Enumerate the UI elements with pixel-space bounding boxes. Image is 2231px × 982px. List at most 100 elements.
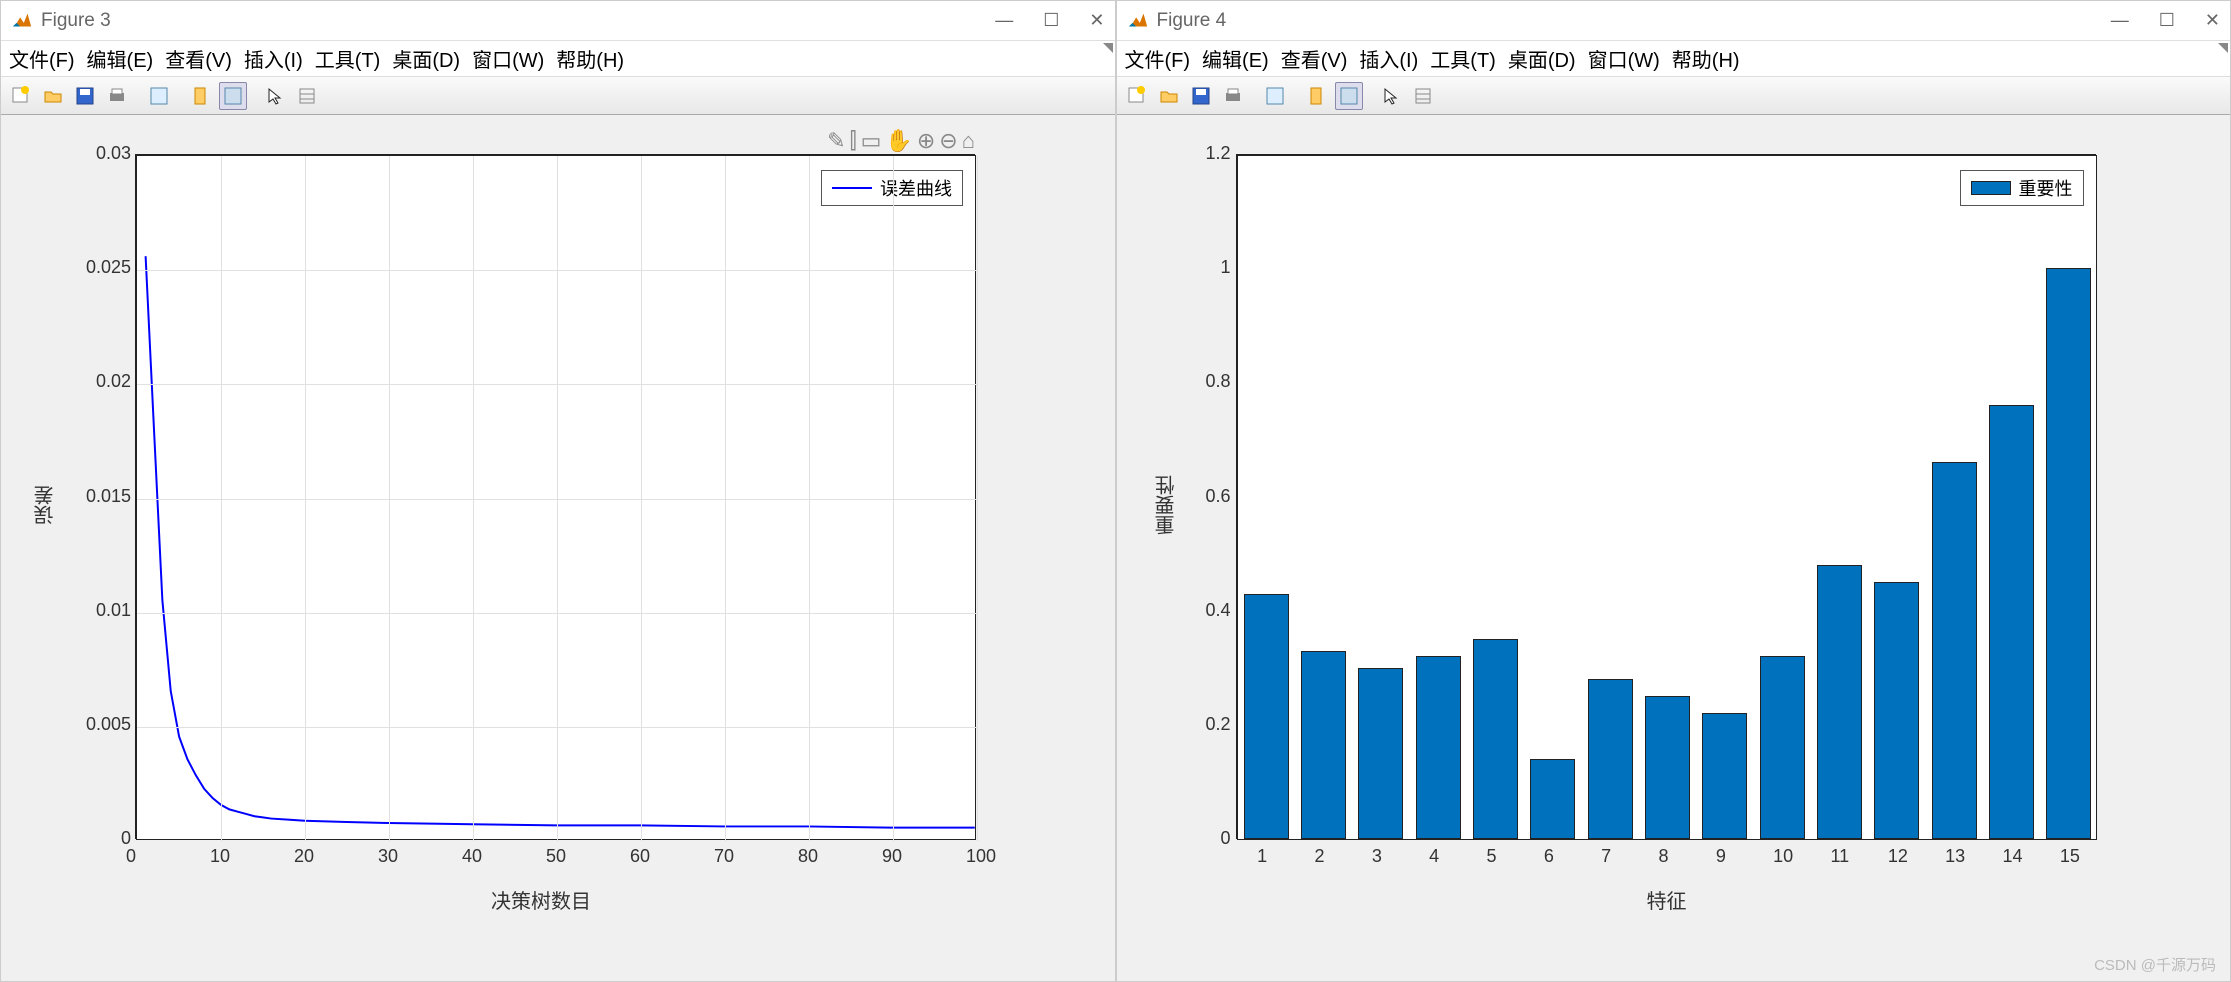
- menu-edit[interactable]: 编辑(E): [87, 44, 154, 73]
- pointer-icon[interactable]: [1377, 82, 1405, 110]
- menu-insert[interactable]: 插入(I): [244, 44, 303, 73]
- save-icon[interactable]: [71, 82, 99, 110]
- figure-window-4: Figure 4 — ☐ ✕ 文件(F) 编辑(E) 查看(V) 插入(I) 工…: [1116, 0, 2231, 982]
- menubar: 文件(F) 编辑(E) 查看(V) 插入(I) 工具(T) 桌面(D) 窗口(W…: [1117, 41, 2231, 77]
- menu-edit[interactable]: 编辑(E): [1202, 44, 1269, 73]
- zoom-in-icon[interactable]: ⊕: [917, 128, 935, 154]
- insert-colorbar-icon[interactable]: [1409, 82, 1437, 110]
- menu-window[interactable]: 窗口(W): [1588, 44, 1660, 73]
- bar[interactable]: [1874, 582, 1919, 839]
- y-tick: 0.4: [1189, 600, 1231, 621]
- matlab-icon: [1127, 10, 1149, 32]
- x-tick: 8: [1659, 846, 1669, 867]
- x-tick: 3: [1372, 846, 1382, 867]
- bar[interactable]: [1588, 679, 1633, 839]
- bar[interactable]: [1473, 639, 1518, 839]
- legend-swatch-icon: [832, 187, 872, 189]
- x-tick: 5: [1487, 846, 1497, 867]
- menu-view[interactable]: 查看(V): [1281, 44, 1348, 73]
- bar[interactable]: [2046, 268, 2091, 839]
- minimize-button[interactable]: —: [995, 10, 1013, 31]
- menu-file[interactable]: 文件(F): [9, 44, 75, 73]
- menu-desktop[interactable]: 桌面(D): [392, 44, 460, 73]
- bar[interactable]: [1989, 405, 2034, 839]
- insert-colorbar-icon[interactable]: [293, 82, 321, 110]
- rotate-icon[interactable]: [187, 82, 215, 110]
- bar[interactable]: [1645, 696, 1690, 839]
- figure-window-3: Figure 3 — ☐ ✕ 文件(F) 编辑(E) 查看(V) 插入(I) 工…: [0, 0, 1116, 982]
- y-tick: 0.02: [61, 371, 131, 392]
- legend[interactable]: 重要性: [1960, 170, 2084, 206]
- link-icon[interactable]: [1261, 82, 1289, 110]
- axes[interactable]: ✎ ⫿ ▭ ✋ ⊕ ⊖ ⌂ 误差曲线: [136, 155, 976, 840]
- toolbar: [1117, 77, 2231, 115]
- x-tick: 30: [378, 846, 398, 867]
- menu-file[interactable]: 文件(F): [1125, 44, 1191, 73]
- new-figure-icon[interactable]: [7, 82, 35, 110]
- bar[interactable]: [1244, 594, 1289, 839]
- bar[interactable]: [1932, 462, 1977, 839]
- y-tick: 1.2: [1189, 143, 1231, 164]
- axes[interactable]: 重要性: [1237, 155, 2097, 840]
- bar[interactable]: [1416, 656, 1461, 839]
- x-tick: 15: [2060, 846, 2080, 867]
- box-icon[interactable]: ▭: [861, 128, 882, 154]
- pointer-icon[interactable]: [261, 82, 289, 110]
- dock-corner-icon[interactable]: [1103, 43, 1113, 53]
- legend-swatch-icon: [1971, 181, 2011, 195]
- data-cursor-icon[interactable]: [1335, 82, 1363, 110]
- bar[interactable]: [1530, 759, 1575, 839]
- titlebar[interactable]: Figure 3 — ☐ ✕: [1, 1, 1115, 41]
- new-figure-icon[interactable]: [1123, 82, 1151, 110]
- menu-window[interactable]: 窗口(W): [472, 44, 544, 73]
- legend-label: 误差曲线: [880, 175, 952, 201]
- x-tick: 10: [1773, 846, 1793, 867]
- x-tick: 11: [1831, 846, 1850, 867]
- bar[interactable]: [1702, 713, 1747, 839]
- minimize-button[interactable]: —: [2111, 10, 2129, 31]
- open-icon[interactable]: [39, 82, 67, 110]
- pan-icon[interactable]: ✋: [885, 128, 912, 154]
- dock-corner-icon[interactable]: [2218, 43, 2228, 53]
- menu-help[interactable]: 帮助(H): [1672, 44, 1740, 73]
- y-tick: 0.015: [61, 486, 131, 507]
- y-tick: 0.03: [61, 143, 131, 164]
- x-tick: 9: [1716, 846, 1726, 867]
- maximize-button[interactable]: ☐: [1043, 10, 1059, 31]
- open-icon[interactable]: [1155, 82, 1183, 110]
- home-icon[interactable]: ⌂: [962, 128, 975, 154]
- rotate-icon[interactable]: [1303, 82, 1331, 110]
- titlebar[interactable]: Figure 4 — ☐ ✕: [1117, 1, 2231, 41]
- brush-icon[interactable]: ✎: [827, 128, 845, 154]
- window-title: Figure 3: [41, 10, 995, 32]
- bar[interactable]: [1358, 668, 1403, 839]
- print-icon[interactable]: [103, 82, 131, 110]
- menu-insert[interactable]: 插入(I): [1359, 44, 1418, 73]
- bar[interactable]: [1301, 651, 1346, 839]
- toolbar: [1, 77, 1115, 115]
- print-icon[interactable]: [1219, 82, 1247, 110]
- menu-help[interactable]: 帮助(H): [556, 44, 624, 73]
- x-tick: 80: [798, 846, 818, 867]
- close-button[interactable]: ✕: [1089, 10, 1104, 31]
- bar[interactable]: [1817, 565, 1862, 839]
- datacursor-icon[interactable]: ⫿: [850, 128, 857, 154]
- menu-desktop[interactable]: 桌面(D): [1508, 44, 1576, 73]
- plot-area: 重要性 特征 重要性 12345678910111213141500.20.40…: [1117, 115, 2231, 981]
- menu-tools[interactable]: 工具(T): [315, 44, 381, 73]
- menu-tools[interactable]: 工具(T): [1430, 44, 1496, 73]
- zoom-out-icon[interactable]: ⊖: [939, 128, 957, 154]
- x-axis-label: 特征: [1647, 885, 1687, 914]
- y-tick: 0.005: [61, 714, 131, 735]
- close-button[interactable]: ✕: [2205, 10, 2220, 31]
- save-icon[interactable]: [1187, 82, 1215, 110]
- menu-view[interactable]: 查看(V): [165, 44, 232, 73]
- link-icon[interactable]: [145, 82, 173, 110]
- bar[interactable]: [1760, 656, 1805, 839]
- y-tick: 0: [61, 828, 131, 849]
- maximize-button[interactable]: ☐: [2159, 10, 2175, 31]
- x-tick: 20: [294, 846, 314, 867]
- y-tick: 0.2: [1189, 714, 1231, 735]
- data-cursor-icon[interactable]: [219, 82, 247, 110]
- legend[interactable]: 误差曲线: [821, 170, 963, 206]
